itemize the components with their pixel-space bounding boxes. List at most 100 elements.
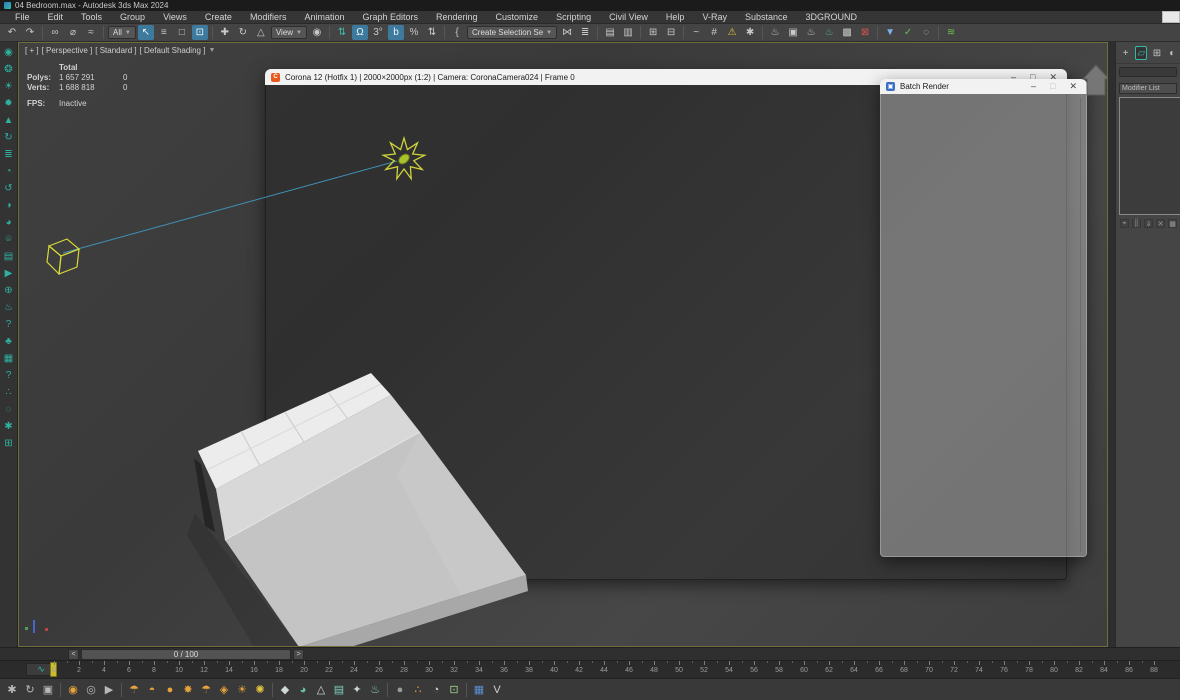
check-icon[interactable]: ✓ xyxy=(900,25,916,40)
sunburst-icon[interactable]: ✺ xyxy=(253,682,267,698)
target-icon[interactable]: ⊕ xyxy=(1,282,17,298)
bed-model[interactable] xyxy=(187,373,528,647)
spinner-snap-icon[interactable]: ⇅ xyxy=(424,25,440,40)
track-bar[interactable]: ∿ 0 2 4 6 8 10 12 14 16 18 20 22 24 26 28 30 32 34 36 38 40 4… xyxy=(0,660,1180,678)
layers-icon[interactable]: ▤ xyxy=(1,248,17,264)
light-bulb-icon[interactable]: ◉ xyxy=(66,682,80,698)
hierarchy-tab[interactable]: ⊞ xyxy=(1151,46,1162,60)
camera-frame-icon[interactable]: ▣ xyxy=(41,682,55,698)
object-name-field[interactable] xyxy=(1119,67,1177,77)
update-icon[interactable]: ↻ xyxy=(1,129,17,145)
mask-icon[interactable]: ◕ xyxy=(1,214,17,230)
camera-icon[interactable]: ◎ xyxy=(84,682,98,698)
select-circle-icon[interactable]: ◌ xyxy=(1,401,17,417)
render-setup-icon[interactable]: ♨ xyxy=(767,25,783,40)
polyhedron-icon[interactable]: ◆ xyxy=(278,682,292,698)
selection-set-dropdown[interactable]: Create Selection Se ▼ xyxy=(467,26,558,39)
align-icon[interactable]: ≣ xyxy=(577,25,593,40)
snap-variant-icon[interactable]: b xyxy=(388,25,404,40)
video-camera-icon[interactable]: ▶ xyxy=(102,682,116,698)
layer-explorer-icon[interactable]: ▤ xyxy=(602,25,618,40)
angle-snap-icon[interactable]: 3° xyxy=(370,25,386,40)
menu-create[interactable]: Create xyxy=(196,11,241,24)
scene-explorer-icon[interactable]: ⊞ xyxy=(645,25,661,40)
menu-help[interactable]: Help xyxy=(657,11,694,24)
create-tab[interactable]: + xyxy=(1120,46,1131,60)
reference-coordinate-dropdown[interactable]: View ▼ xyxy=(270,26,307,39)
viewcube-home-icon[interactable] xyxy=(1081,64,1108,96)
window-crossing-icon[interactable]: ⊡ xyxy=(191,25,208,40)
scatter-icon[interactable]: ∴ xyxy=(1,384,17,400)
help-icon[interactable]: ? xyxy=(1,316,17,332)
bind-spacewarp-icon[interactable]: ≈ xyxy=(83,25,99,40)
use-pivot-icon[interactable]: ◉ xyxy=(309,25,325,40)
current-frame-display[interactable]: 0 / 100 xyxy=(81,649,291,660)
scatter-sphere-icon[interactable]: ◕ xyxy=(296,682,310,698)
named-selection-sets-icon[interactable]: { xyxy=(449,25,465,40)
lamp-icon[interactable]: ⌾ xyxy=(1,231,17,247)
select-similar-icon[interactable]: ⇅ xyxy=(334,25,350,40)
unlink-icon[interactable]: ⌀ xyxy=(65,25,81,40)
move-icon[interactable]: ✚ xyxy=(217,25,233,40)
render-texture-icon[interactable]: ▩ xyxy=(839,25,855,40)
sun-light-icon[interactable]: ☀ xyxy=(235,682,249,698)
camera-settings-icon[interactable]: ❂ xyxy=(1,61,17,77)
swatches-icon[interactable]: ▦ xyxy=(472,682,486,698)
forest-warning-icon[interactable]: ♣ xyxy=(1,333,17,349)
selection-region-icon[interactable]: □ xyxy=(174,25,190,40)
corona-light-icon[interactable]: ☂ xyxy=(127,682,141,698)
scale-icon[interactable]: △ xyxy=(253,25,269,40)
selection-filter-dropdown[interactable]: All ▼ xyxy=(108,26,136,39)
viewport-menu-plus[interactable]: [ + ] xyxy=(25,46,39,55)
viewport-menu-style[interactable]: [ Standard ] xyxy=(95,46,136,55)
menu-file[interactable]: File xyxy=(6,11,39,24)
next-frame-button[interactable]: > xyxy=(293,649,304,660)
render-iterative-icon[interactable]: ♨ xyxy=(821,25,837,40)
snap-toggle-icon[interactable]: Ω xyxy=(352,25,368,40)
save-state-icon[interactable]: ▼ xyxy=(882,25,898,40)
material-sphere-icon[interactable]: ● xyxy=(393,682,407,698)
previous-frame-button[interactable]: < xyxy=(68,649,79,660)
modify-tab[interactable]: ▱ xyxy=(1135,46,1148,60)
menu-views[interactable]: Views xyxy=(154,11,196,24)
pan-hand-icon[interactable]: ✱ xyxy=(5,682,19,698)
particle-dots-icon[interactable]: ∴ xyxy=(411,682,425,698)
rendered-frame-icon[interactable]: ▣ xyxy=(785,25,801,40)
light-icon[interactable]: ☀ xyxy=(1,78,17,94)
fire-icon[interactable]: ♨ xyxy=(368,682,382,698)
rotate-icon[interactable]: ↻ xyxy=(235,25,251,40)
camera-icon[interactable]: ◉ xyxy=(1,44,17,60)
menu-modifiers[interactable]: Modifiers xyxy=(241,11,296,24)
redo-icon[interactable]: ↷ xyxy=(22,25,38,40)
mask-icon[interactable]: ◔ xyxy=(429,682,443,698)
orbit-icon[interactable]: ↻ xyxy=(23,682,37,698)
viewport-menu-shading[interactable]: [ Default Shading ] xyxy=(140,46,206,55)
menu-tools[interactable]: Tools xyxy=(72,11,111,24)
pin-stack-icon[interactable]: ⌖ xyxy=(1120,219,1129,228)
filter-icon[interactable]: ▼ xyxy=(208,47,215,54)
menu-v-ray[interactable]: V-Ray xyxy=(693,11,736,24)
link-icon[interactable]: ∞ xyxy=(47,25,63,40)
toggle-ribbon-icon[interactable]: ▥ xyxy=(620,25,636,40)
menu-group[interactable]: Group xyxy=(111,11,154,24)
modifier-list-dropdown[interactable]: Modifier List xyxy=(1119,83,1177,94)
vray-logo-icon[interactable]: V xyxy=(490,682,504,698)
proxy-pyramid-icon[interactable]: △ xyxy=(314,682,328,698)
interactive-hand-icon[interactable]: ✦ xyxy=(350,682,364,698)
curve-editor-icon[interactable]: ~ xyxy=(688,25,704,40)
list-icon[interactable]: ≣ xyxy=(1,146,17,162)
menu-civil-view[interactable]: Civil View xyxy=(600,11,657,24)
menu-customize[interactable]: Customize xyxy=(487,11,548,24)
mirror-icon[interactable]: ⋈ xyxy=(559,25,575,40)
show-end-result-icon[interactable]: ║ xyxy=(1132,219,1141,228)
about-icon[interactable]: ? xyxy=(1,367,17,383)
asset-tracking-icon[interactable]: ✱ xyxy=(742,25,758,40)
material-explorer-icon[interactable]: ⊟ xyxy=(663,25,679,40)
window-titlebar[interactable]: 04 Bedroom.max - Autodesk 3ds Max 2024 xyxy=(0,0,1180,11)
menu-3dground[interactable]: 3DGROUND xyxy=(796,11,866,24)
select-by-name-icon[interactable]: ≡ xyxy=(156,25,172,40)
configure-modifier-icon[interactable]: ▦ xyxy=(1168,219,1177,228)
motion-tab[interactable]: ◐ xyxy=(1167,46,1178,60)
helper-cube-gizmo[interactable] xyxy=(46,238,81,276)
modifier-stack[interactable] xyxy=(1119,97,1180,215)
